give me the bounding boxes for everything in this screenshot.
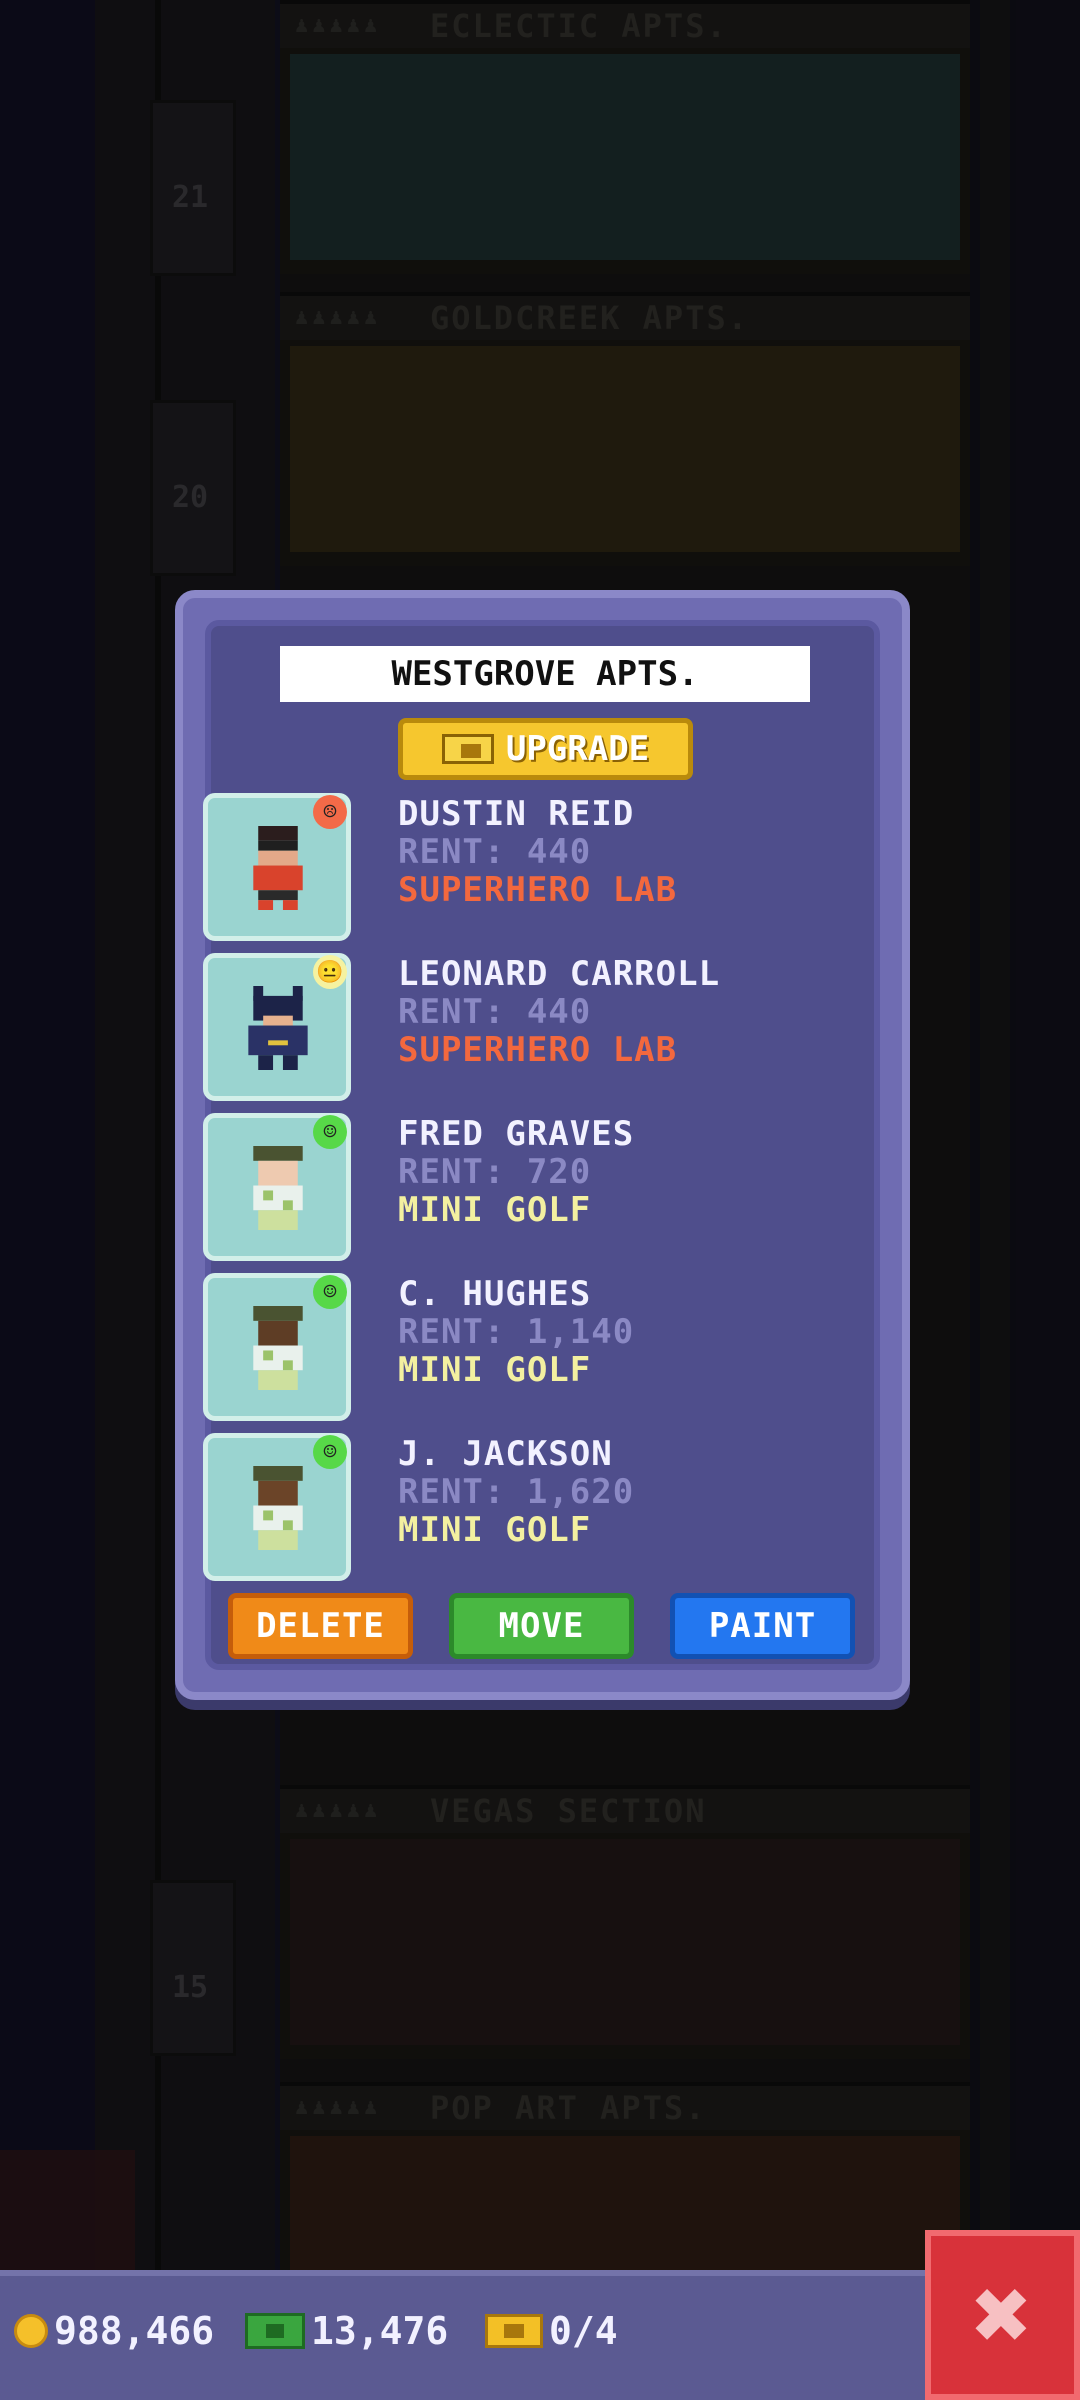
tickets-value: 0/4 xyxy=(549,2309,618,2353)
golfer-avatar-icon xyxy=(253,1466,303,1550)
resident-rent: RENT: 1,620 xyxy=(398,1472,635,1512)
bux-icon xyxy=(245,2313,305,2349)
close-icon: ✖ xyxy=(972,2256,1033,2373)
coins-value: 988,466 xyxy=(54,2309,215,2353)
close-button[interactable]: ✖ xyxy=(925,2230,1080,2400)
resident-rent: RENT: 440 xyxy=(398,832,592,872)
bat-hero-avatar-icon xyxy=(248,986,308,1070)
mood-neutral-icon: 😐 xyxy=(313,955,347,989)
ticket-icon xyxy=(441,734,494,764)
resident-name: LEONARD CARROLL xyxy=(398,954,721,994)
resident-name: FRED GRAVES xyxy=(398,1114,635,1154)
coin-icon xyxy=(14,2314,48,2348)
resident-rent: RENT: 440 xyxy=(398,992,592,1032)
floor-details-dialog: UPGRADE ☹ DUSTIN REID RENT: 440 SUPERHER… xyxy=(175,590,910,1700)
mood-happy-icon: ☺ xyxy=(313,1275,347,1309)
bux-counter: 13,476 xyxy=(245,2306,448,2356)
resident-row[interactable]: ☺ C. HUGHES RENT: 1,140 MINI GOLF xyxy=(203,1273,843,1423)
status-bar: 988,466 13,476 0/4 xyxy=(0,2270,925,2400)
resident-row[interactable]: ☹ DUSTIN REID RENT: 440 SUPERHERO LAB xyxy=(203,793,843,943)
resident-name: DUSTIN REID xyxy=(398,794,635,834)
superhero-avatar-icon xyxy=(253,826,303,910)
resident-row[interactable]: ☺ J. JACKSON RENT: 1,620 MINI GOLF xyxy=(203,1433,843,1583)
resident-job: SUPERHERO LAB xyxy=(398,870,678,910)
resident-job: MINI GOLF xyxy=(398,1350,592,1390)
tickets-counter: 0/4 xyxy=(485,2306,618,2356)
resident-rent: RENT: 1,140 xyxy=(398,1312,635,1352)
move-button[interactable]: MOVE xyxy=(449,1593,634,1659)
resident-name: C. HUGHES xyxy=(398,1274,592,1314)
resident-rent: RENT: 720 xyxy=(398,1152,592,1192)
bux-value: 13,476 xyxy=(311,2309,449,2353)
floor-name-input[interactable] xyxy=(280,646,810,702)
mood-sad-icon: ☹ xyxy=(313,795,347,829)
mood-happy-icon: ☺ xyxy=(313,1115,347,1149)
mood-happy-icon: ☺ xyxy=(313,1435,347,1469)
resident-job: SUPERHERO LAB xyxy=(398,1030,678,1070)
coins-counter: 988,466 xyxy=(14,2306,214,2356)
resident-job: MINI GOLF xyxy=(398,1190,592,1230)
golfer-avatar-icon xyxy=(253,1146,303,1230)
paint-button[interactable]: PAINT xyxy=(670,1593,855,1659)
ticket-icon xyxy=(485,2314,543,2348)
resident-row[interactable]: ☺ FRED GRAVES RENT: 720 MINI GOLF xyxy=(203,1113,843,1263)
delete-button[interactable]: DELETE xyxy=(228,1593,413,1659)
upgrade-label: UPGRADE xyxy=(505,729,650,769)
resident-job: MINI GOLF xyxy=(398,1510,592,1550)
resident-row[interactable]: 😐 LEONARD CARROLL RENT: 440 SUPERHERO LA… xyxy=(203,953,843,1103)
upgrade-button[interactable]: UPGRADE xyxy=(398,718,693,780)
golfer-avatar-icon xyxy=(253,1306,303,1390)
resident-name: J. JACKSON xyxy=(398,1434,613,1474)
